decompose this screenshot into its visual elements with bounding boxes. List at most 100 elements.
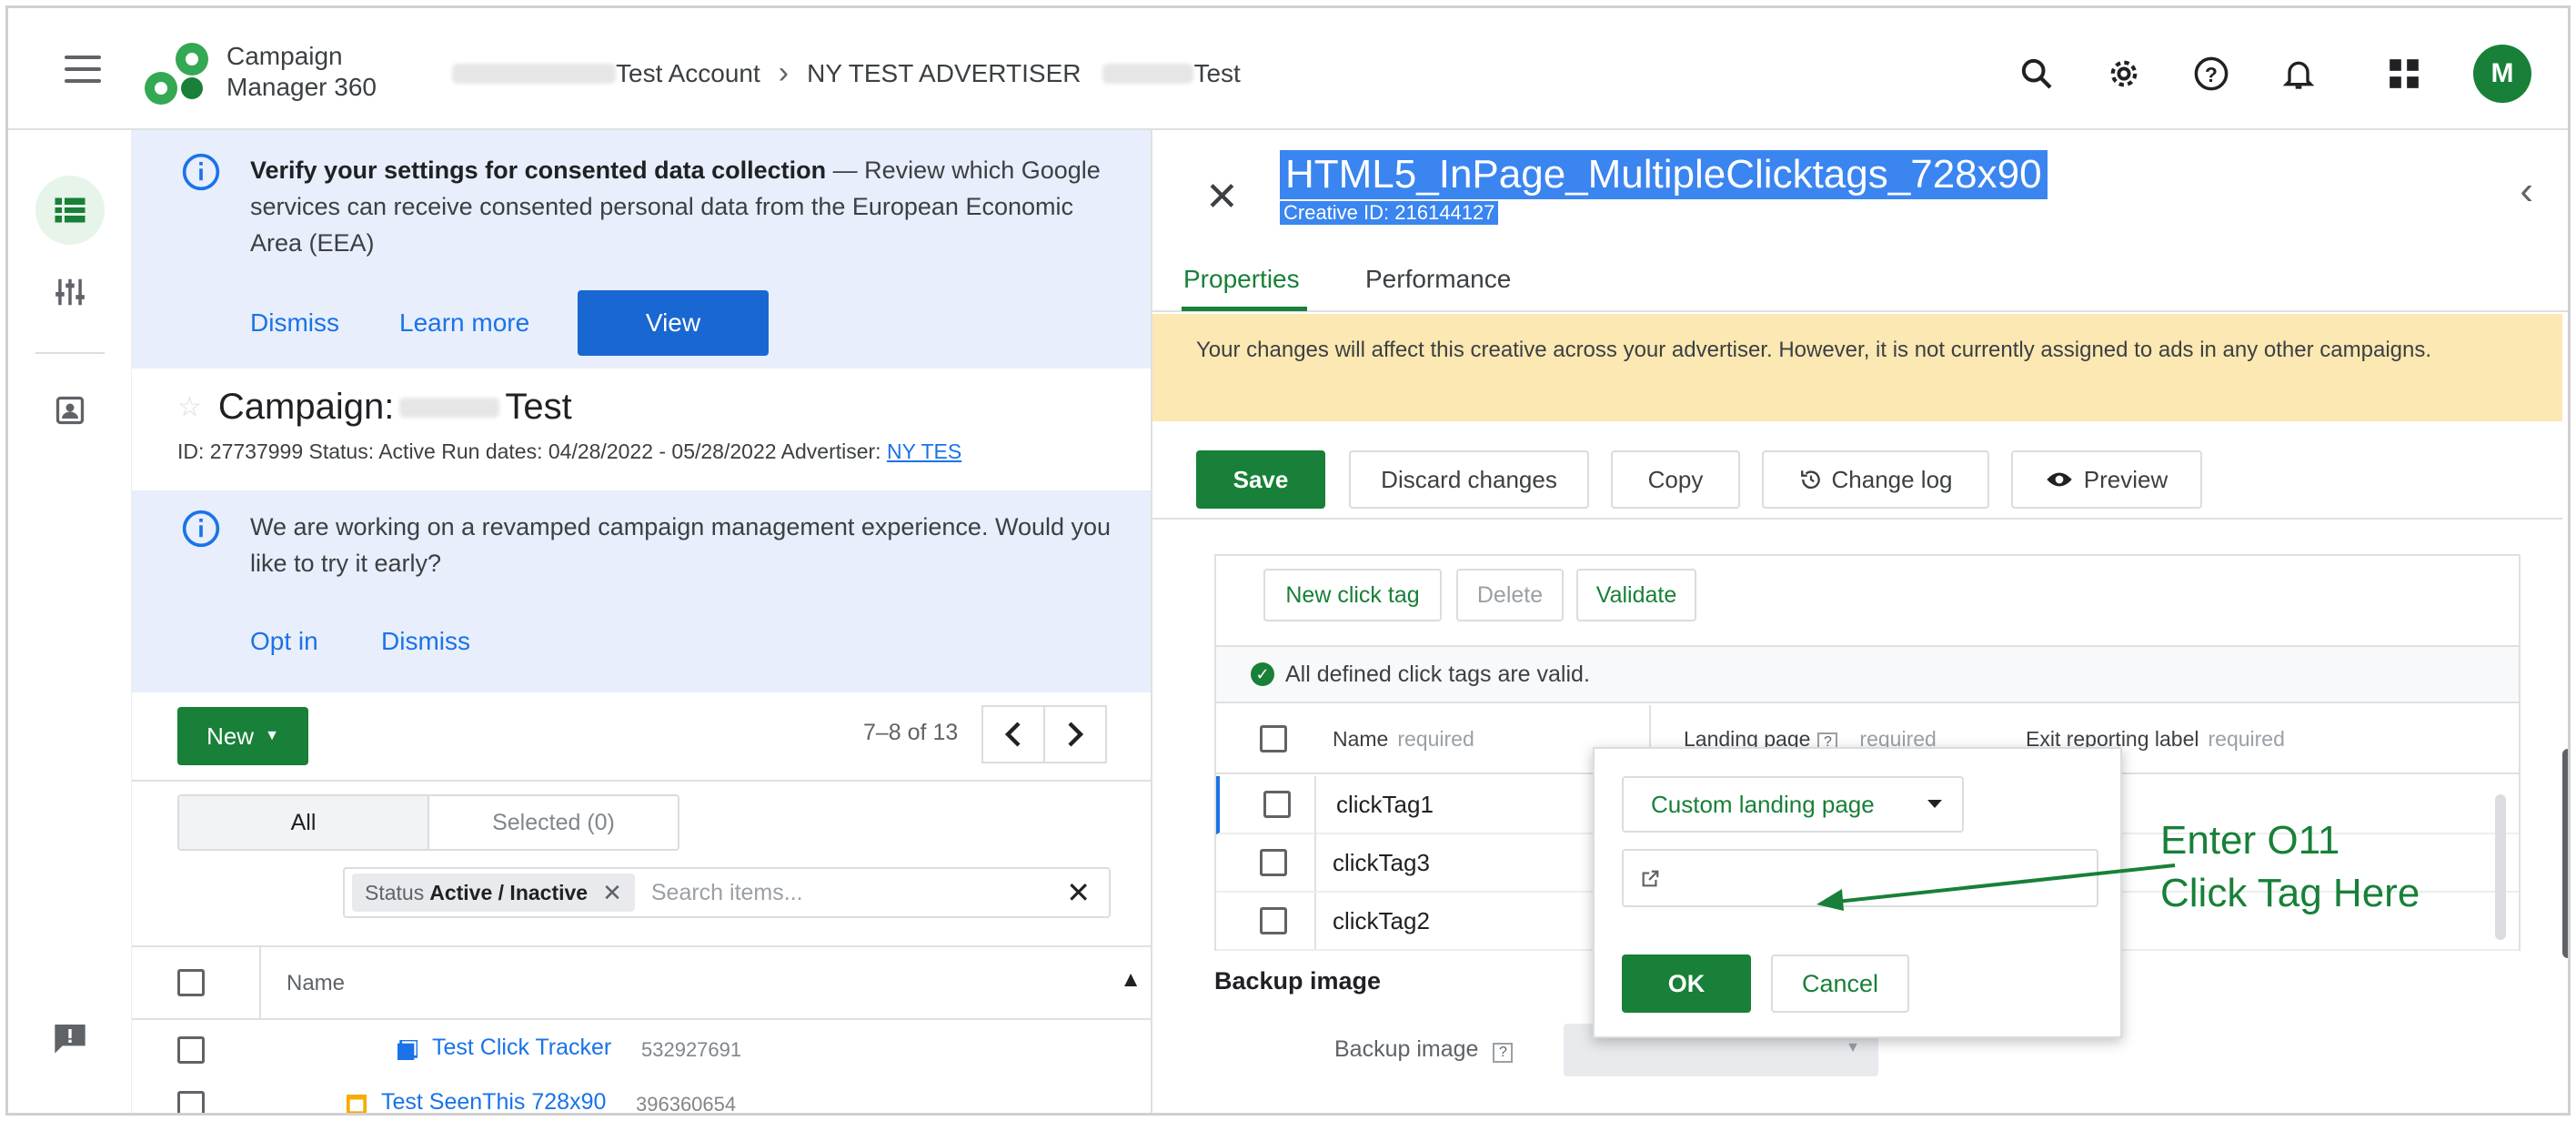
row-checkbox[interactable] bbox=[1260, 907, 1287, 934]
top-icons: ? M bbox=[1975, 45, 2531, 103]
filter-bar: Status Active / Inactive ✕ Search items...… bbox=[343, 867, 1111, 918]
table-row[interactable]: Test SeenThis 728x90 396360654 bbox=[132, 1076, 1132, 1116]
redacted-id bbox=[1102, 63, 1194, 84]
validate-button[interactable]: Validate bbox=[1576, 569, 1696, 621]
row-checkbox[interactable] bbox=[1263, 791, 1291, 818]
row-checkbox[interactable] bbox=[177, 1036, 205, 1064]
tab-properties[interactable]: Properties bbox=[1183, 265, 1300, 294]
column-name[interactable]: Name bbox=[287, 971, 345, 996]
advertiser-link[interactable]: NY TES bbox=[887, 439, 961, 463]
menu-icon[interactable] bbox=[65, 56, 101, 83]
action-bar: Save Discard changes Copy Change log Pre… bbox=[1152, 439, 2562, 520]
scrollbar[interactable] bbox=[2495, 794, 2506, 940]
delete-button[interactable]: Delete bbox=[1456, 569, 1564, 621]
creative-id: Creative ID: 216144127 bbox=[1280, 201, 1499, 225]
caret-down-icon: ▼ bbox=[1846, 1040, 1860, 1055]
column-name: Name required bbox=[1333, 727, 1474, 751]
discard-changes-button[interactable]: Discard changes bbox=[1349, 450, 1589, 509]
click-tag-name[interactable]: clickTag1 bbox=[1336, 791, 1434, 819]
page-scrollbar[interactable] bbox=[2562, 749, 2568, 958]
copy-button[interactable]: Copy bbox=[1611, 450, 1740, 509]
validation-message: ✓ All defined click tags are valid. bbox=[1216, 647, 2519, 703]
svg-text:?: ? bbox=[2205, 63, 2218, 86]
row-name-link[interactable]: Test Click Tracker bbox=[432, 1035, 611, 1061]
cancel-button[interactable]: Cancel bbox=[1771, 954, 1909, 1013]
eye-icon bbox=[2047, 472, 2072, 487]
search-input[interactable]: Search items... bbox=[651, 880, 1066, 906]
warning-banner: Your changes will affect this creative a… bbox=[1152, 314, 2562, 421]
remove-filter-icon[interactable]: ✕ bbox=[602, 879, 622, 907]
seg-selected[interactable]: Selected (0) bbox=[429, 796, 678, 849]
annotation-text: Enter O11 Click Tag Here bbox=[2160, 818, 2420, 915]
revamp-banner: We are working on a revamped campaign ma… bbox=[132, 490, 1151, 692]
click-tag-name[interactable]: clickTag3 bbox=[1333, 849, 1430, 877]
history-icon bbox=[1800, 470, 1820, 490]
new-click-tag-button[interactable]: New click tag bbox=[1263, 569, 1442, 621]
click-tag-name[interactable]: clickTag2 bbox=[1333, 907, 1430, 935]
creative-title: HTML5_InPage_MultipleClicktags_728x90 bbox=[1280, 150, 2048, 199]
close-icon[interactable]: ✕ bbox=[1205, 174, 1239, 220]
row-checkbox[interactable] bbox=[177, 1091, 205, 1113]
landing-page-type-dropdown[interactable]: Custom landing page bbox=[1622, 776, 1964, 833]
seg-all[interactable]: All bbox=[179, 796, 429, 849]
avatar[interactable]: M bbox=[2473, 45, 2531, 103]
breadcrumb-advertiser[interactable]: NY TEST ADVERTISER bbox=[807, 59, 1081, 88]
breadcrumb-account[interactable]: Test Account bbox=[616, 59, 760, 88]
consent-dismiss-link[interactable]: Dismiss bbox=[250, 308, 339, 338]
row-name-link[interactable]: Test SeenThis 728x90 bbox=[381, 1089, 606, 1113]
redacted-id bbox=[452, 63, 616, 84]
rail-divider bbox=[35, 352, 105, 354]
feedback-icon[interactable] bbox=[35, 1004, 105, 1073]
top-bar: Campaign Manager 360 Test Account › NY T… bbox=[8, 8, 2568, 130]
breadcrumb-campaign[interactable]: Test bbox=[1193, 59, 1240, 88]
tab-performance[interactable]: Performance bbox=[1365, 265, 1511, 294]
left-rail bbox=[8, 130, 132, 1113]
apps-grid-icon[interactable] bbox=[2379, 48, 2430, 99]
opt-in-link[interactable]: Opt in bbox=[250, 627, 318, 656]
info-icon bbox=[182, 510, 220, 548]
column-divider bbox=[259, 947, 261, 1020]
chevron-left-icon[interactable]: ‹ bbox=[2520, 168, 2533, 214]
learn-more-link[interactable]: Learn more bbox=[399, 308, 529, 338]
save-button[interactable]: Save bbox=[1196, 450, 1325, 509]
select-all-checkbox[interactable] bbox=[177, 969, 205, 996]
help-icon[interactable]: ? bbox=[1493, 1043, 1514, 1063]
help-icon[interactable]: ? bbox=[2186, 48, 2237, 99]
bell-icon[interactable] bbox=[2273, 48, 2324, 99]
gear-icon[interactable] bbox=[2098, 48, 2149, 99]
campaign-panel: Verify your settings for consented data … bbox=[132, 130, 1151, 1116]
ok-button[interactable]: OK bbox=[1622, 954, 1751, 1013]
revamp-dismiss-link[interactable]: Dismiss bbox=[381, 627, 470, 656]
check-circle-icon: ✓ bbox=[1251, 662, 1274, 686]
campaign-title: ☆ Campaign: Test bbox=[177, 387, 572, 427]
view-button[interactable]: View bbox=[578, 290, 769, 356]
prev-page-button[interactable] bbox=[981, 705, 1045, 763]
search-icon[interactable] bbox=[2011, 48, 2062, 99]
tune-icon[interactable] bbox=[35, 258, 105, 327]
row-checkbox[interactable] bbox=[1260, 849, 1287, 876]
account-box-icon[interactable] bbox=[35, 376, 105, 445]
select-all-checkbox[interactable] bbox=[1260, 725, 1287, 752]
row-id: 396360654 bbox=[636, 1093, 737, 1116]
change-log-button[interactable]: Change log bbox=[1762, 450, 1989, 509]
campaigns-list-icon[interactable] bbox=[35, 176, 105, 245]
table-row[interactable]: Test Click Tracker 532927691 bbox=[132, 1020, 1132, 1076]
product-name: Campaign Manager 360 bbox=[226, 42, 377, 101]
chevron-left-icon bbox=[1004, 722, 1021, 747]
info-icon bbox=[182, 153, 220, 191]
click-tag-toolbar: New click tag Delete Validate bbox=[1216, 556, 2519, 647]
status-filter-chip[interactable]: Status Active / Inactive ✕ bbox=[352, 874, 635, 912]
campaign-header: ☆ Campaign: Test ID: 27737999 Status: Ac… bbox=[132, 369, 1151, 490]
clear-search-icon[interactable]: ✕ bbox=[1066, 875, 1091, 910]
star-icon[interactable]: ☆ bbox=[177, 391, 202, 423]
sort-arrow-icon[interactable]: ▲ bbox=[1120, 967, 1142, 993]
new-button[interactable]: New ▼ bbox=[177, 707, 308, 765]
preview-button[interactable]: Preview bbox=[2011, 450, 2202, 509]
tab-bar: Properties Performance bbox=[1152, 250, 2568, 312]
table-header: Name ▲ bbox=[132, 945, 1151, 1020]
display-creative-icon bbox=[347, 1095, 367, 1113]
campaign-meta: ID: 27737999 Status: Active Run dates: 0… bbox=[177, 439, 962, 463]
next-page-button[interactable] bbox=[1043, 705, 1107, 763]
chevron-right-icon bbox=[1068, 722, 1084, 747]
pager-text: 7–8 of 13 bbox=[863, 720, 959, 745]
